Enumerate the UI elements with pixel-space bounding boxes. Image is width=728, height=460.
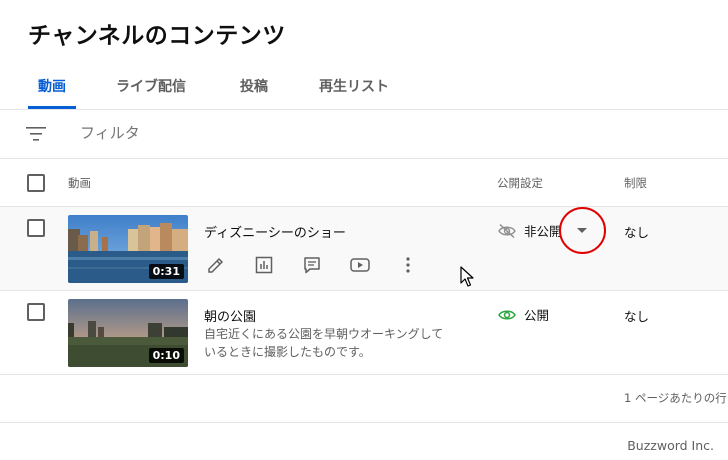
view-on-youtube-button[interactable] [348,253,372,277]
table-header: 動画 公開設定 制限 [0,159,728,207]
active-tab-indicator [28,106,76,109]
credit-text: Buzzword Inc. [627,438,714,453]
filter-input[interactable] [80,124,380,142]
eye-icon [498,310,516,319]
filter-bar [0,110,728,159]
visibility-status: 非公開 [498,221,562,240]
video-thumbnail[interactable]: 0:10 [68,299,188,367]
video-duration: 0:31 [148,264,184,279]
tab-videos[interactable]: 動画 [38,76,66,96]
restrictions-value: なし [624,309,650,324]
video-description: 自宅近くにある公園を早朝ウオーキングしているときに撮影したものです。 [204,327,444,359]
comments-button[interactable] [300,253,324,277]
rows-per-page-label: 1 ページあたりの行 [624,391,727,405]
more-vert-icon [406,257,410,273]
row-checkbox[interactable] [27,219,45,237]
video-duration: 0:10 [148,348,184,363]
analytics-icon [255,256,273,274]
tab-playlists[interactable]: 再生リスト [319,76,389,96]
table-row[interactable]: 0:31 ディズニーシーのショー 非公開 なし [0,207,728,291]
analytics-button[interactable] [252,253,276,277]
footer-divider [0,422,728,423]
edit-button[interactable] [204,253,228,277]
row-checkbox[interactable] [27,303,45,321]
comments-icon [304,257,320,274]
video-title[interactable]: 朝の公園 [204,306,256,325]
table-row[interactable]: 0:10 朝の公園 自宅近くにある公園を早朝ウオーキングしているときに撮影したも… [0,291,728,375]
visibility-label: 非公開 [524,224,562,239]
video-title[interactable]: ディズニーシーのショー [204,222,346,241]
tab-posts[interactable]: 投稿 [240,76,268,96]
page-title: チャンネルのコンテンツ [28,23,286,49]
header-visibility[interactable]: 公開設定 [497,175,543,191]
mouse-cursor-icon [460,266,474,287]
highlight-circle [559,207,606,254]
more-options-button[interactable] [396,253,420,277]
select-all-checkbox[interactable] [27,174,45,192]
restrictions-value: なし [624,225,650,240]
visibility-label: 公開 [524,308,550,323]
filter-icon[interactable] [26,126,46,142]
video-thumbnail[interactable]: 0:31 [68,215,188,283]
edit-icon [208,257,224,273]
tab-bar: 動画 ライブ配信 投稿 再生リスト [0,70,728,110]
header-video: 動画 [68,176,91,190]
eye-off-icon [498,223,516,238]
tab-live[interactable]: ライブ配信 [116,76,186,96]
youtube-icon [350,258,370,272]
header-restrictions[interactable]: 制限 [624,175,647,191]
visibility-status: 公開 [498,305,549,324]
